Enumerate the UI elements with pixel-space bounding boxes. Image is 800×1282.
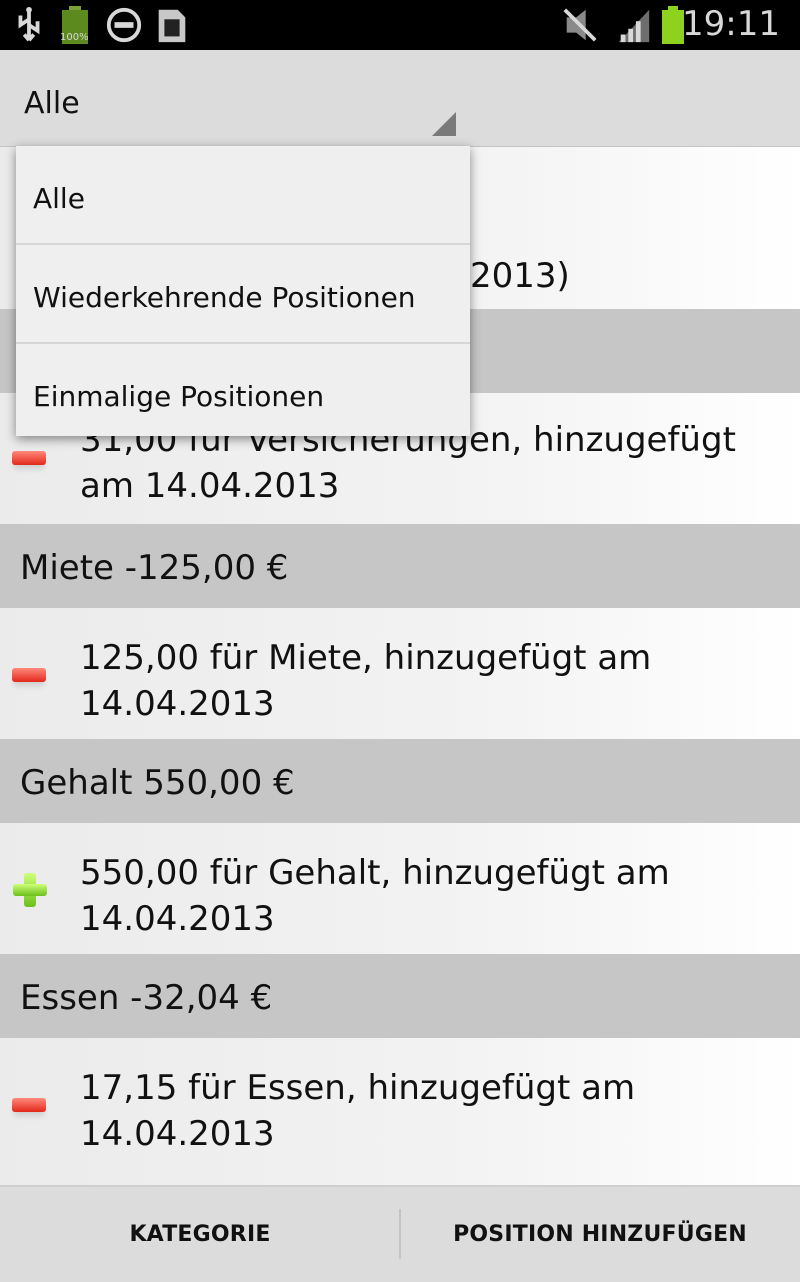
- group-header-title: Gehalt 550,00 €: [20, 763, 295, 803]
- spinner-arrow-icon: [432, 112, 456, 136]
- dropdown-option-label: Alle: [33, 182, 85, 215]
- filter-spinner[interactable]: Alle: [0, 50, 800, 147]
- list-item[interactable]: 17,15 für Essen, hinzugefügt am 14.04.20…: [0, 1038, 800, 1185]
- list-item-text: 550,00 für Gehalt, hinzugefügt am 14.04.…: [80, 853, 670, 939]
- list-item[interactable]: 550,00 für Gehalt, hinzugefügt am 14.04.…: [0, 823, 800, 954]
- list-item[interactable]: 125,00 für Miete, hinzugefügt am 14.04.2…: [0, 608, 800, 739]
- battery-percent-label: 100%: [60, 32, 89, 43]
- bottom-action-bar: KATEGORIE POSITION HINZUFÜGEN: [0, 1185, 800, 1282]
- sd-card-icon: [158, 9, 186, 43]
- mute-icon: [563, 8, 597, 42]
- group-header: Miete -125,00 €: [0, 524, 800, 608]
- group-header-title: Essen -32,04 €: [20, 978, 273, 1018]
- list-item-text: 17,15 für Essen, hinzugefügt am 14.04.20…: [80, 1068, 636, 1154]
- list-item-text: 125,00 für Miete, hinzugefügt am 14.04.2…: [80, 638, 652, 724]
- dropdown-option-recurring[interactable]: Wiederkehrende Positionen: [16, 245, 470, 344]
- minus-icon: [12, 451, 46, 465]
- spinner-selected-value: Alle: [24, 86, 80, 121]
- usb-icon: [18, 6, 40, 42]
- category-button[interactable]: KATEGORIE: [0, 1187, 400, 1282]
- obscured-text: 2013): [470, 256, 570, 296]
- battery-icon: 100%: [60, 6, 90, 46]
- filter-dropdown: Alle Wiederkehrende Positionen Einmalige…: [16, 146, 470, 436]
- status-bar: 100% 19:11: [0, 0, 800, 50]
- dropdown-option-label: Wiederkehrende Positionen: [33, 281, 416, 314]
- minus-icon: [12, 1098, 46, 1112]
- group-header: Gehalt 550,00 €: [0, 739, 800, 823]
- dropdown-option-all[interactable]: Alle: [16, 146, 470, 245]
- minus-icon: [12, 668, 46, 682]
- dropdown-option-one-time[interactable]: Einmalige Positionen: [16, 344, 470, 441]
- add-position-button[interactable]: POSITION HINZUFÜGEN: [400, 1187, 800, 1282]
- group-header-title: Miete -125,00 €: [20, 548, 289, 588]
- plus-icon: [13, 873, 47, 907]
- status-time: 19:11: [682, 4, 780, 44]
- dropdown-option-label: Einmalige Positionen: [33, 380, 325, 413]
- group-header: Essen -32,04 €: [0, 954, 800, 1038]
- signal-icon: [618, 9, 650, 43]
- do-not-disturb-icon: [106, 7, 142, 43]
